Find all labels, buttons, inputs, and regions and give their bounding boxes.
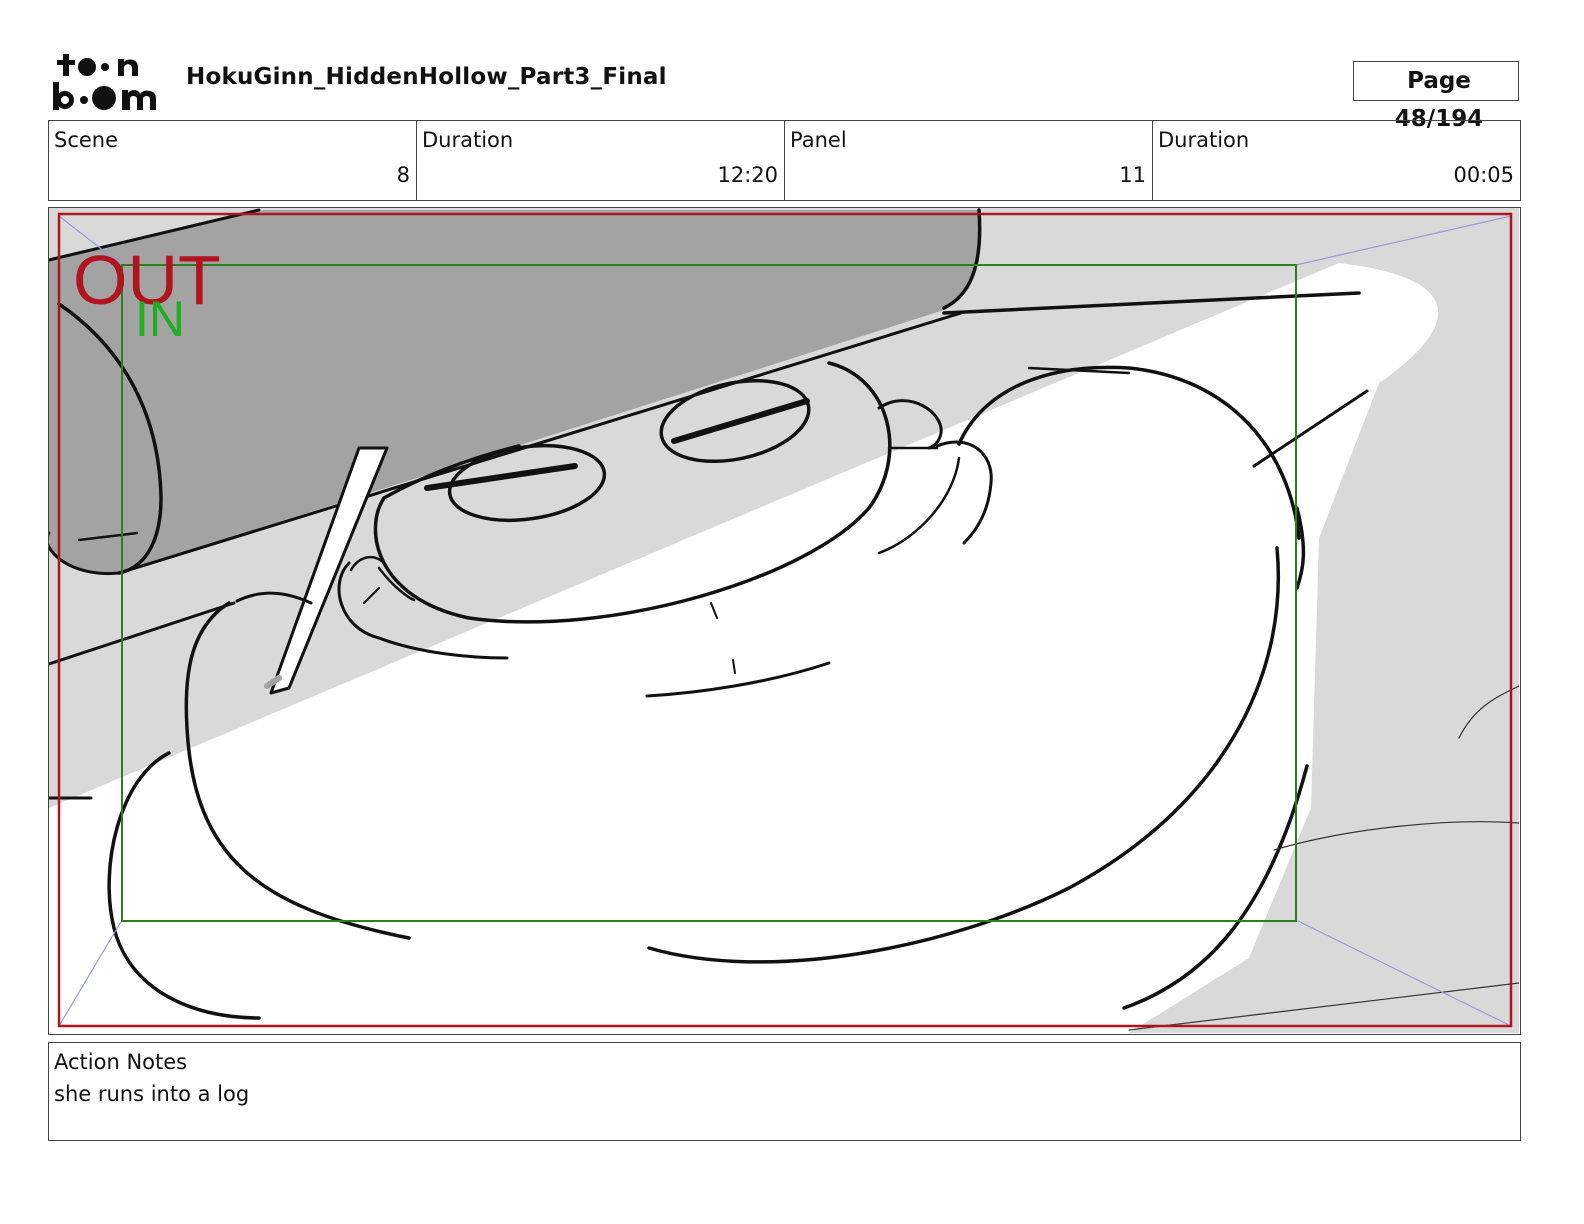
panel-cell: Panel 11 [785, 121, 1153, 200]
storyboard-panel: OUT IN [48, 207, 1521, 1035]
scene-label: Scene [54, 128, 119, 152]
scene-cell: Scene 8 [49, 121, 417, 200]
action-notes: Action Notes she runs into a log [48, 1042, 1521, 1141]
panel-label: Panel [790, 128, 847, 152]
scene-value: 8 [396, 163, 410, 187]
action-notes-label: Action Notes [54, 1050, 188, 1074]
in-label: IN [135, 291, 185, 347]
document-title: HokuGinn_HiddenHollow_Part3_Final [186, 64, 667, 90]
scene-info-table: Scene 8 Duration 12:20 Panel 11 Duration… [48, 120, 1521, 201]
action-notes-text: she runs into a log [54, 1082, 250, 1106]
panel-duration-label: Duration [1158, 128, 1250, 152]
page-label: Page [1407, 68, 1471, 94]
scene-duration-label: Duration [422, 128, 514, 152]
panel-value: 11 [1119, 163, 1146, 187]
toon-boom-logo [53, 54, 156, 110]
scene-duration-cell: Duration 12:20 [417, 121, 785, 200]
panel-duration-value: 00:05 [1453, 163, 1514, 187]
page-indicator: Page 48/194 [1353, 61, 1519, 132]
scene-duration-value: 12:20 [717, 163, 778, 187]
panel-sketch: OUT IN [49, 208, 1519, 1033]
panel-duration-cell: Duration 00:05 [1153, 121, 1520, 200]
